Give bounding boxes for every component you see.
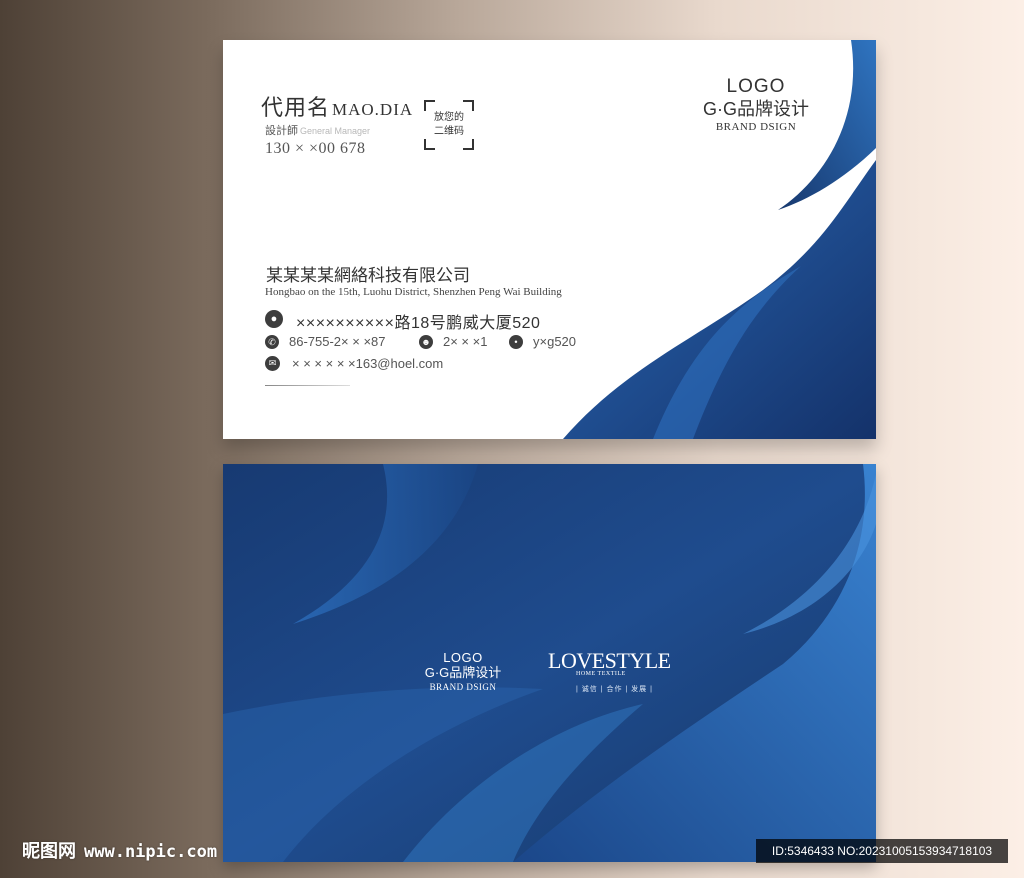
- address-text: ××××××××××路18号鹏威大厦520: [296, 315, 541, 332]
- mobile-number: 130 × ×00 678: [265, 140, 366, 157]
- watermark-brand: 昵图网: [22, 841, 76, 861]
- person-name: 代用名 MAO.DIA: [261, 90, 413, 122]
- lovestyle-subtitle: HOME TEXTILE: [576, 671, 626, 677]
- wechat-text: y×g520: [533, 334, 577, 349]
- lovestyle-logo: LOVESTYLE HOME TEXTILE | 诚信 | 合作 | 发展 |: [548, 646, 671, 693]
- company-name: 某某某某網絡科技有限公司: [266, 266, 470, 285]
- logo-front: LOGO G·G品牌设计 BRAND DSIGN: [671, 76, 841, 134]
- envelope-icon: ✉: [265, 356, 280, 371]
- watermark-site: www.nipic.com: [84, 842, 218, 862]
- business-card-front: 代用名 MAO.DIA 設計師 General Manager 130 × ×00 …: [223, 40, 876, 439]
- logo-brand-name: G·G品牌设计: [703, 99, 809, 119]
- email-text: × × × × × ×163@hoel.com: [292, 356, 444, 371]
- address-row: ● ××××××××××路18号鹏威大厦520: [265, 309, 540, 333]
- qq-text: 2× × ×1: [443, 334, 488, 349]
- logo-word: LOGO: [726, 76, 786, 97]
- qq-row: ☻ 2× × ×1: [419, 334, 487, 349]
- person-name-cn: 代用名: [261, 95, 331, 120]
- qq-penguin-icon: ☻: [419, 335, 433, 349]
- logo-back: LOGO G·G品牌设计 BRAND DSIGN: [403, 650, 523, 693]
- back-logo-word: LOGO: [443, 650, 483, 665]
- job-title: 設計師 General Manager: [265, 122, 370, 138]
- location-pin-icon: ●: [265, 310, 283, 328]
- wechat-row: • y×g520: [509, 334, 576, 349]
- job-title-cn: 設計師: [265, 125, 298, 137]
- phone-icon: ✆: [265, 335, 279, 349]
- decorative-line: [265, 385, 350, 386]
- lovestyle-tagline: | 诚信 | 合作 | 发展 |: [576, 686, 653, 693]
- logo-brand-en: BRAND DSIGN: [715, 121, 797, 133]
- wechat-icon: •: [509, 335, 523, 349]
- job-title-en: General Manager: [300, 126, 371, 136]
- business-card-back: LOGO G·G品牌设计 BRAND DSIGN LOVESTYLE HOME …: [223, 464, 876, 862]
- image-id-label: ID:5346433 NO:20231005153934718103: [756, 839, 1008, 863]
- email-row: ✉ × × × × × ×163@hoel.com: [265, 355, 443, 373]
- back-logo-brand-name: G·G品牌设计: [424, 665, 502, 680]
- qr-text-line-2: 二维码: [434, 126, 464, 137]
- site-watermark: 昵图网 www.nipic.com: [0, 834, 272, 868]
- phone-text: 86-755-2× × ×87: [289, 334, 386, 349]
- qr-code-placeholder: 放您的 二维码: [424, 100, 474, 150]
- phone-row: ✆ 86-755-2× × ×87: [265, 334, 386, 349]
- back-logo-brand-en: BRAND DSIGN: [429, 682, 497, 692]
- qr-text-line-1: 放您的: [434, 112, 464, 123]
- company-address-en: Hongbao on the 15th, Luohu District, She…: [265, 286, 562, 298]
- person-name-en: MAO.DIA: [332, 100, 414, 119]
